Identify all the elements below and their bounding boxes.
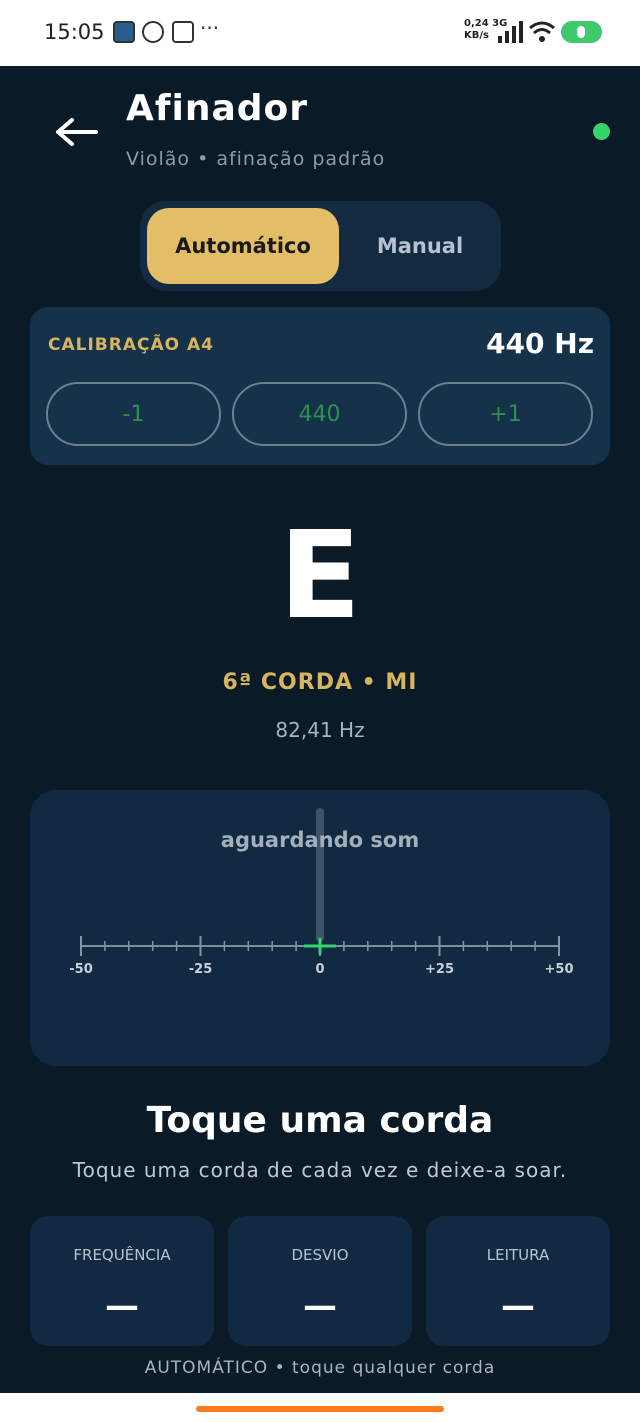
- stat-reading-card: LEITURA —: [426, 1216, 610, 1346]
- prompt-title: Toque uma corda: [146, 1100, 494, 1141]
- app-notification-icon: [142, 21, 164, 43]
- home-gesture-handle[interactable]: [196, 1406, 444, 1412]
- stat-label: DESVIO: [291, 1246, 349, 1264]
- microphone-in-use-icon: [561, 21, 602, 43]
- detected-note: E: [279, 507, 361, 646]
- page-title: Afinador: [126, 88, 309, 129]
- footer-mode-text: AUTOMÁTICO • toque qualquer corda: [144, 1358, 496, 1378]
- meter-status: aguardando som: [220, 828, 420, 852]
- mode-toggle: Automático Manual: [140, 201, 501, 291]
- prompt-subtitle: Toque uma corda de cada vez e deixe-a so…: [72, 1158, 568, 1182]
- string-label: 6ª CORDA • MI: [222, 670, 418, 695]
- signal-icon: [498, 21, 523, 43]
- more-notifications-icon: ···: [200, 16, 220, 40]
- calibration-decrease-button[interactable]: -1: [46, 382, 221, 446]
- scale-tick-label: -50: [69, 962, 93, 977]
- calibration-label: CALIBRAÇÃO A4: [48, 335, 214, 355]
- calibration-value: 440 Hz: [486, 327, 594, 360]
- app-notification-icon: [113, 21, 135, 43]
- target-frequency: 82,41 Hz: [275, 718, 365, 742]
- stat-value: —: [105, 1286, 139, 1326]
- calibration-card: CALIBRAÇÃO A4 440 Hz -1 440 +1: [30, 307, 610, 465]
- stat-label: LEITURA: [486, 1246, 550, 1264]
- scale-tick-label: 0: [315, 962, 325, 977]
- scale-tick-label: -25: [188, 962, 213, 977]
- scale-tick-label: +25: [425, 962, 454, 977]
- page-subtitle: Violão • afinação padrão: [126, 148, 386, 170]
- status-bar: 15:05 ··· 0,24 3G KB/s: [0, 0, 640, 66]
- listening-indicator-dot: [593, 123, 610, 140]
- calibration-increase-button[interactable]: +1: [418, 382, 593, 446]
- mode-manual-button[interactable]: Manual: [340, 208, 500, 284]
- stat-label: FREQUÊNCIA: [73, 1246, 171, 1264]
- stat-value: —: [303, 1286, 337, 1326]
- status-time: 15:05: [44, 20, 105, 44]
- tuning-meter: aguardando som -50 -25 0 +25 +50: [30, 790, 610, 1066]
- scale-tick-label: +50: [544, 962, 574, 977]
- stat-deviation-card: DESVIO —: [228, 1216, 412, 1346]
- stat-value: —: [501, 1286, 535, 1326]
- back-arrow-icon[interactable]: [54, 112, 100, 152]
- app-notification-icon: [172, 21, 194, 43]
- wifi-icon: [529, 21, 555, 42]
- mode-automatic-button[interactable]: Automático: [147, 208, 339, 284]
- calibration-reset-button[interactable]: 440: [232, 382, 407, 446]
- navigation-bar: [0, 1393, 640, 1422]
- stat-frequency-card: FREQUÊNCIA —: [30, 1216, 214, 1346]
